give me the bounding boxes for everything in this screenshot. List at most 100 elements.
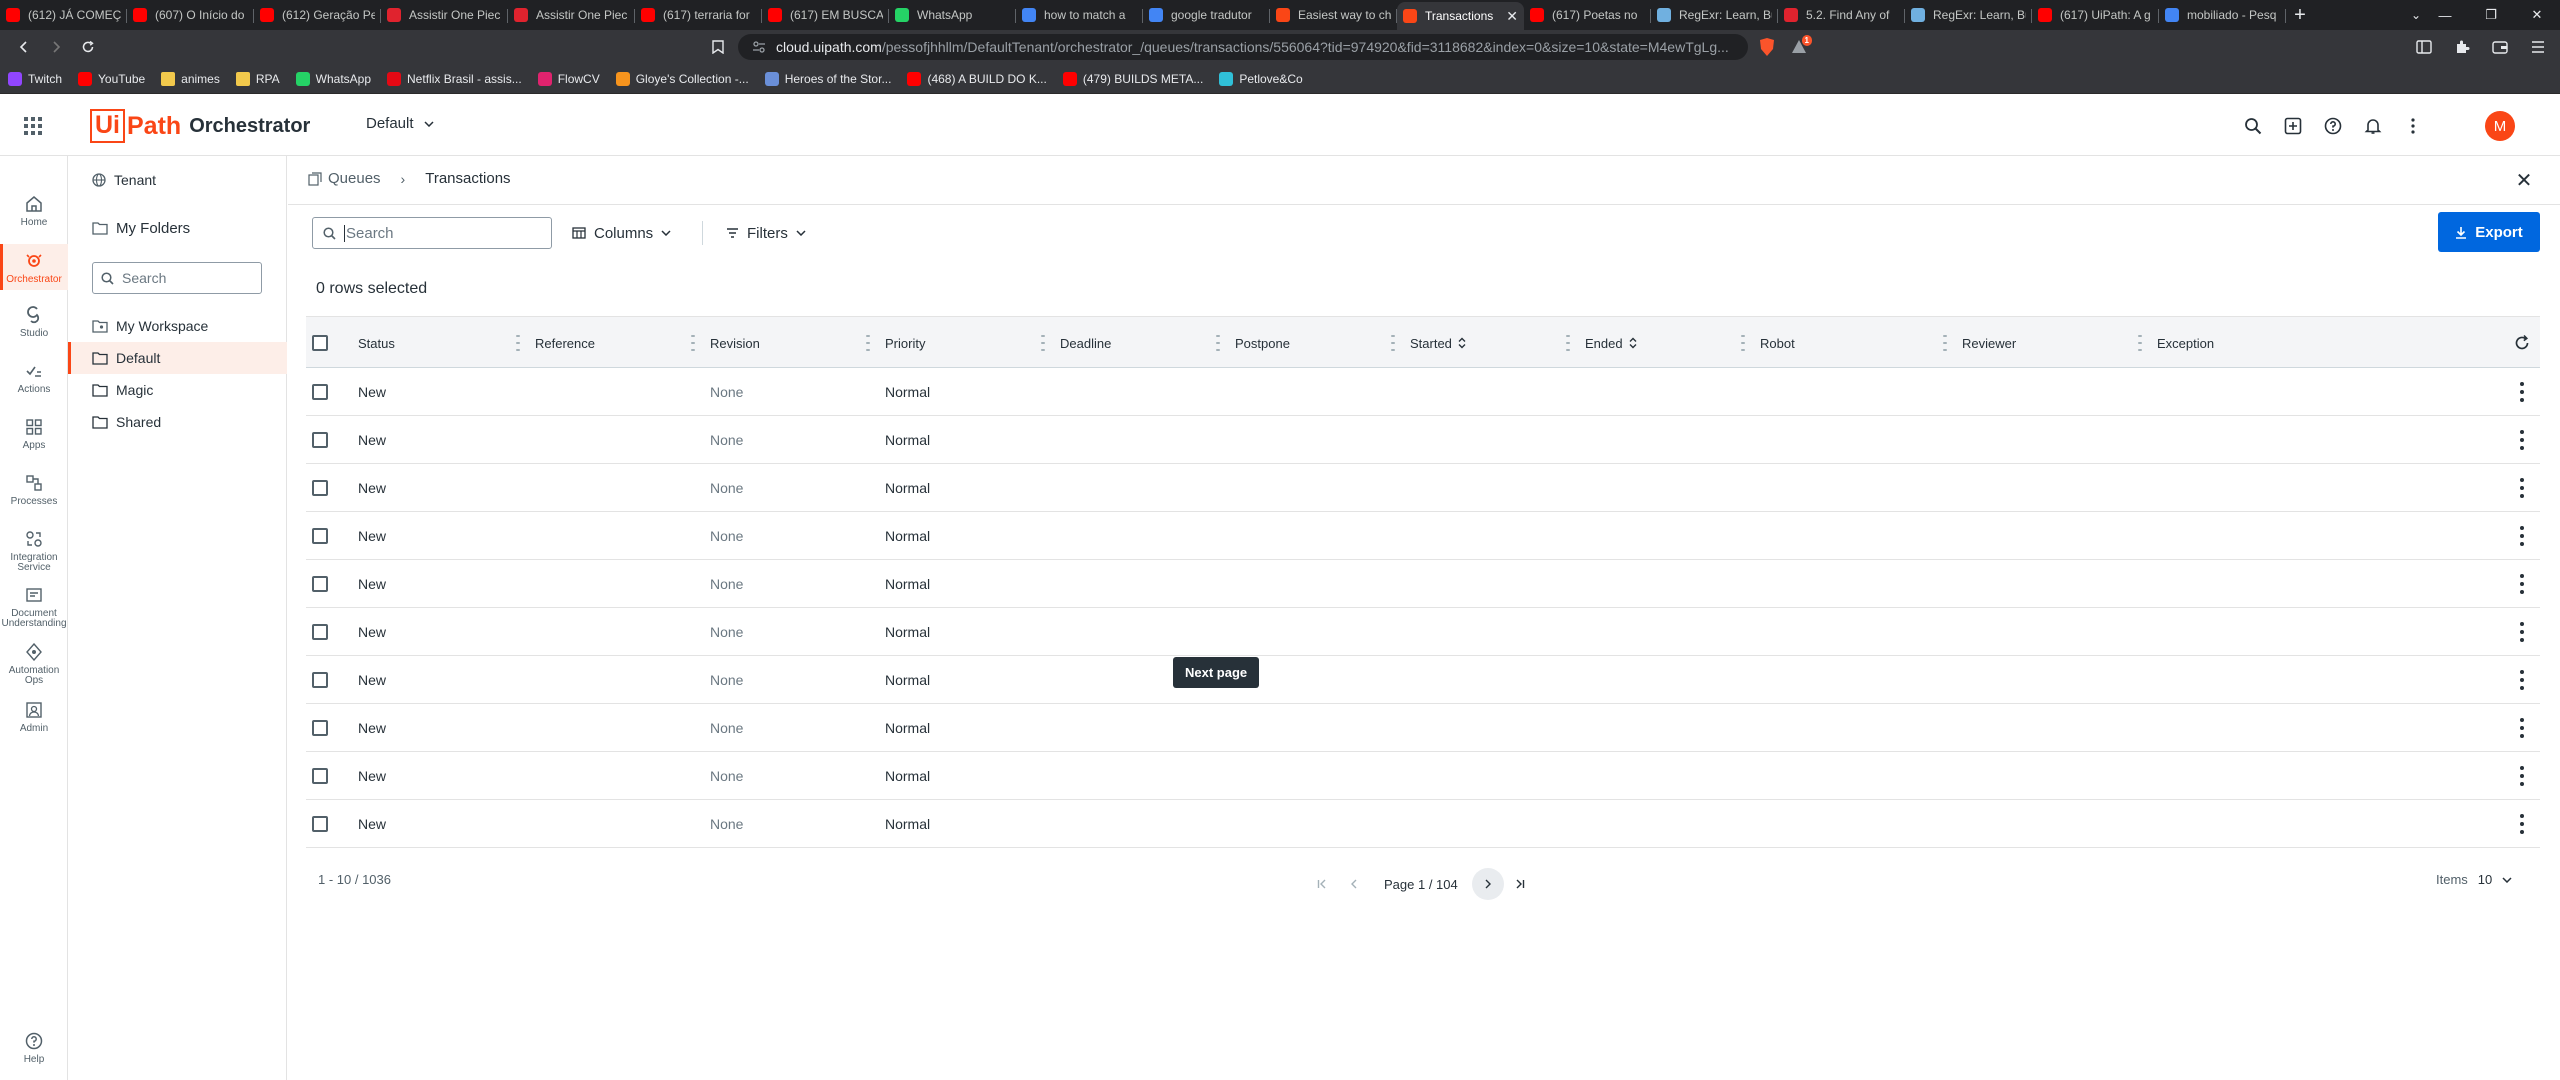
rail-item-actions[interactable]: Actions — [0, 362, 68, 395]
browser-tab[interactable]: RegExr: Learn, Bu — [1905, 2, 2032, 28]
add-icon[interactable] — [2280, 113, 2306, 139]
bookmark-item[interactable]: Netflix Brasil - assis... — [387, 71, 522, 86]
breadcrumb-queues[interactable]: Queues — [328, 170, 381, 187]
row-checkbox[interactable] — [312, 560, 328, 608]
table-row[interactable]: New None Normal — [306, 416, 2540, 464]
table-row[interactable]: New None Normal — [306, 464, 2540, 512]
rail-item-processes[interactable]: Processes — [0, 474, 68, 507]
bookmark-item[interactable]: WhatsApp — [295, 71, 371, 86]
bookmark-item[interactable]: RPA — [235, 71, 280, 86]
tenant-node[interactable]: Tenant — [68, 164, 287, 196]
help-icon[interactable] — [2320, 113, 2346, 139]
row-checkbox[interactable] — [312, 464, 328, 512]
column-header-priority[interactable]: Priority — [885, 317, 925, 369]
column-resize-handle[interactable] — [1216, 335, 1220, 351]
column-header-reviewer[interactable]: Reviewer — [1962, 317, 2016, 369]
last-page-icon[interactable] — [1504, 868, 1536, 900]
browser-tab[interactable]: google tradutor — [1143, 2, 1270, 28]
column-resize-handle[interactable] — [691, 335, 695, 351]
rail-item-studio[interactable]: Studio — [0, 306, 68, 339]
reload-icon[interactable] — [72, 33, 104, 61]
column-header-started[interactable]: Started — [1410, 317, 1466, 369]
column-header-postpone[interactable]: Postpone — [1235, 317, 1290, 369]
bookmark-item[interactable]: (468) A BUILD DO K... — [907, 71, 1047, 86]
url-field[interactable]: cloud.uipath.com/pessofjhhllm/DefaultTen… — [738, 34, 1748, 60]
row-checkbox[interactable] — [312, 656, 328, 704]
column-header-reference[interactable]: Reference — [535, 317, 595, 369]
browser-tab[interactable]: Transactions ✕ — [1397, 2, 1524, 30]
row-actions-icon[interactable] — [2519, 622, 2525, 642]
table-row[interactable]: New None Normal — [306, 704, 2540, 752]
browser-tab[interactable]: (617) Poetas no — [1524, 2, 1651, 28]
browser-tab[interactable]: WhatsApp — [889, 2, 1016, 28]
notifications-icon[interactable] — [2360, 113, 2386, 139]
bookmark-item[interactable]: Petlove&Co — [1219, 71, 1303, 86]
table-row[interactable]: New None Normal — [306, 368, 2540, 416]
row-actions-icon[interactable] — [2519, 526, 2525, 546]
row-checkbox[interactable] — [312, 704, 328, 752]
rail-item-help[interactable]: Help — [0, 1032, 68, 1065]
export-button[interactable]: Export — [2438, 212, 2540, 252]
window-close-icon[interactable]: ✕ — [2514, 0, 2560, 30]
rail-item-home[interactable]: Home — [0, 195, 68, 228]
column-header-revision[interactable]: Revision — [710, 317, 760, 369]
transactions-search-input[interactable]: Search — [312, 217, 552, 249]
bookmark-item[interactable]: Twitch — [8, 71, 62, 86]
column-resize-handle[interactable] — [1391, 335, 1395, 351]
select-all-checkbox[interactable] — [312, 317, 328, 369]
row-actions-icon[interactable] — [2519, 430, 2525, 450]
table-row[interactable]: New None Normal — [306, 560, 2540, 608]
column-header-deadline[interactable]: Deadline — [1060, 317, 1111, 369]
uipath-logo[interactable]: Ui Path Orchestrator — [90, 109, 310, 143]
wallet-icon[interactable] — [2486, 33, 2514, 61]
column-resize-handle[interactable] — [1041, 335, 1045, 351]
column-header-status[interactable]: Status — [358, 317, 395, 369]
row-checkbox[interactable] — [312, 512, 328, 560]
global-search-icon[interactable] — [2240, 113, 2266, 139]
rail-item-integration[interactable]: Integration Service — [0, 530, 68, 573]
browser-tab[interactable]: (617) UiPath: A g — [2032, 2, 2159, 28]
bookmark-item[interactable]: Gloye's Collection -... — [615, 71, 749, 86]
table-row[interactable]: New None Normal — [306, 752, 2540, 800]
browser-tab[interactable]: RegExr: Learn, Bu — [1651, 2, 1778, 28]
row-checkbox[interactable] — [312, 800, 328, 848]
bookmark-item[interactable]: FlowCV — [537, 71, 600, 86]
folder-item[interactable]: My Workspace — [68, 310, 287, 342]
column-resize-handle[interactable] — [516, 335, 520, 351]
new-tab-button[interactable]: + — [2286, 2, 2314, 28]
column-resize-handle[interactable] — [866, 335, 870, 351]
brave-rewards-icon[interactable]: 1 — [1788, 33, 1812, 61]
table-row[interactable]: New None Normal — [306, 656, 2540, 704]
folder-item[interactable]: Magic — [68, 374, 287, 406]
row-checkbox[interactable] — [312, 368, 328, 416]
site-info-icon[interactable] — [752, 40, 766, 54]
column-header-exception[interactable]: Exception — [2157, 317, 2214, 369]
browser-tab[interactable]: (607) O Início do — [127, 2, 254, 28]
table-row[interactable]: New None Normal — [306, 512, 2540, 560]
extensions-icon[interactable] — [2448, 33, 2476, 61]
next-page-icon[interactable] — [1471, 868, 1504, 900]
browser-tab[interactable]: how to match a — [1016, 2, 1143, 28]
table-row[interactable]: New None Normal — [306, 608, 2540, 656]
tab-close-icon[interactable]: ✕ — [1506, 8, 1518, 25]
rail-item-apps[interactable]: Apps — [0, 418, 68, 451]
forward-icon[interactable] — [40, 33, 72, 61]
bookmark-item[interactable]: animes — [161, 71, 220, 86]
table-row[interactable]: New None Normal — [306, 800, 2540, 848]
filters-button[interactable]: Filters — [726, 217, 806, 249]
bookmark-item[interactable]: YouTube — [78, 71, 145, 86]
row-actions-icon[interactable] — [2519, 574, 2525, 594]
avatar[interactable]: M — [2485, 111, 2515, 141]
app-launcher-icon[interactable] — [22, 115, 44, 137]
more-vertical-icon[interactable] — [2400, 113, 2426, 139]
row-actions-icon[interactable] — [2519, 478, 2525, 498]
browser-tab[interactable]: Assistir One Piec — [508, 2, 635, 28]
bookmark-item[interactable]: (479) BUILDS META... — [1062, 71, 1203, 86]
row-checkbox[interactable] — [312, 752, 328, 800]
row-checkbox[interactable] — [312, 608, 328, 656]
browser-tab[interactable]: Easiest way to ch — [1270, 2, 1397, 28]
folder-search-input[interactable]: Search — [92, 262, 262, 294]
folder-item[interactable]: Default — [68, 342, 287, 374]
refresh-icon[interactable] — [2513, 317, 2531, 369]
my-folders-node[interactable]: My Folders — [68, 212, 287, 244]
